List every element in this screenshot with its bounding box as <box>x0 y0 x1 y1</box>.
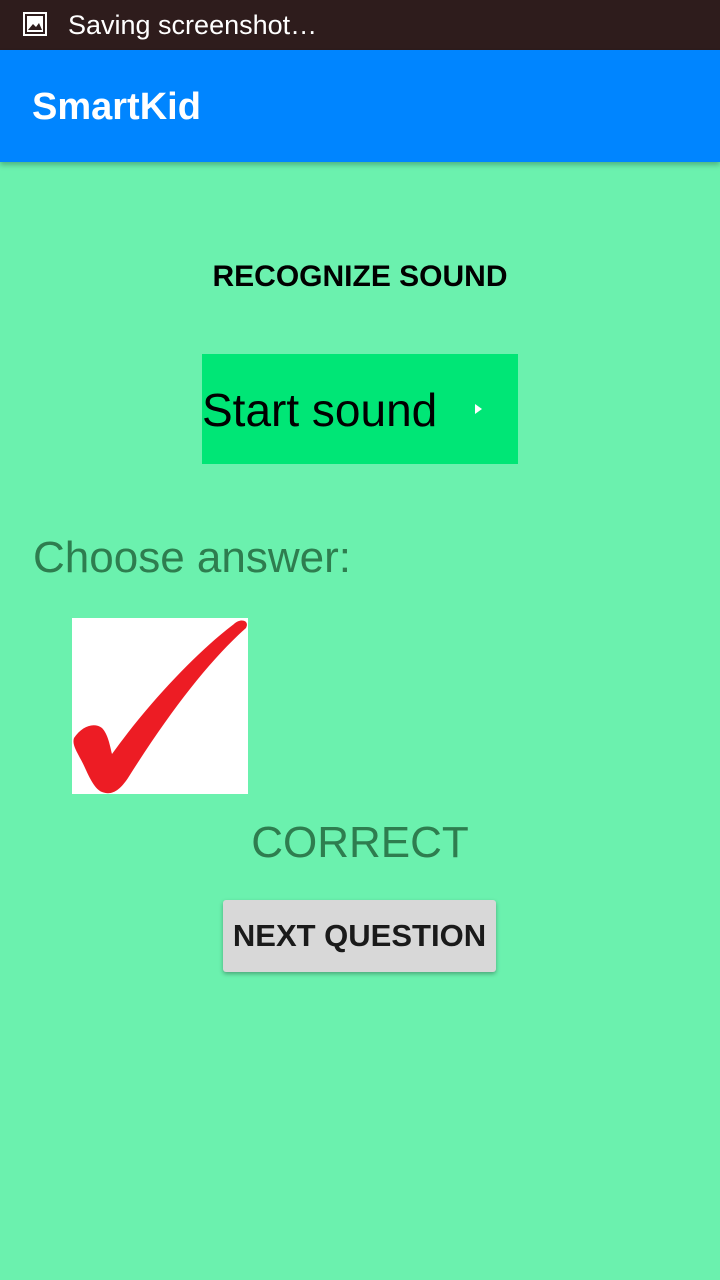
result-text: CORRECT <box>251 818 469 867</box>
app-title: SmartKid <box>32 86 201 128</box>
next-question-button[interactable]: NEXT QUESTION <box>223 900 496 972</box>
app-bar: SmartKid <box>0 50 720 162</box>
status-text: Saving screenshot… <box>68 10 318 40</box>
play-icon[interactable] <box>473 403 483 415</box>
status-bar: Saving screenshot… <box>0 0 720 50</box>
checkmark-icon <box>73 620 247 794</box>
image-icon <box>23 12 47 36</box>
choose-answer-label: Choose answer: <box>33 533 351 582</box>
start-sound-label: Start sound <box>202 384 438 436</box>
answer-option-image[interactable] <box>72 618 248 794</box>
start-sound-button[interactable]: Start sound <box>202 354 518 464</box>
section-heading: RECOGNIZE SOUND <box>212 260 508 293</box>
